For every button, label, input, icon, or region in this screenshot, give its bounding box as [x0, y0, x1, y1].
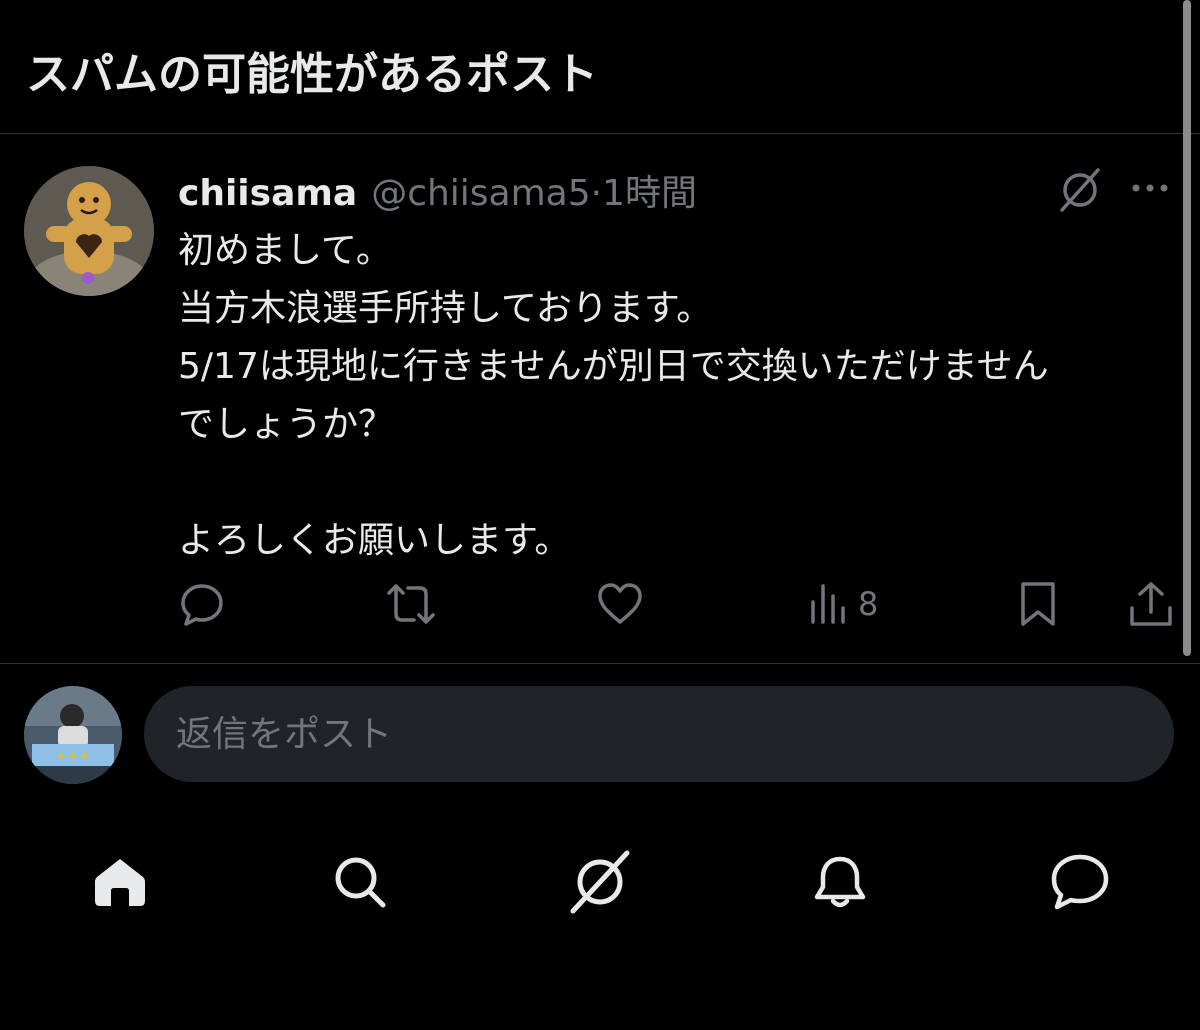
tab-notifications[interactable] [800, 842, 880, 922]
post-time[interactable]: 1時間 [602, 173, 697, 214]
page-title: スパムの可能性があるポスト [26, 49, 598, 100]
post-text: 初めまして。 当方木浪選手所持しております。 5/17は現地に行きませんが別日で… [178, 222, 1178, 570]
reply-button[interactable] [178, 574, 226, 634]
header: スパムの可能性があるポスト [0, 0, 1200, 134]
repost-icon [387, 584, 435, 624]
reply-bar: ✦✦✦ [0, 664, 1200, 804]
post-text-line: 5/17は現地に行きませんが別日で交換いただけません [178, 346, 1049, 387]
like-button[interactable] [596, 574, 644, 634]
tab-home[interactable] [80, 842, 160, 922]
grok-icon[interactable] [1056, 166, 1104, 214]
post[interactable]: chiisama @chiisama5·1時間 初めまして。 当方木浪選手所持して… [0, 134, 1200, 664]
reply-input[interactable] [144, 686, 1174, 782]
share-button[interactable] [1128, 574, 1174, 634]
search-icon [335, 857, 386, 908]
current-user-avatar[interactable]: ✦✦✦ [24, 686, 122, 784]
post-text-line: よろしくお願いします。 [178, 520, 571, 561]
more-icon[interactable] [1128, 178, 1172, 198]
repost-button[interactable] [386, 574, 436, 634]
bookmark-button[interactable] [1018, 574, 1058, 634]
post-text-line [178, 454, 1178, 512]
views-count: 8 [858, 585, 879, 623]
home-icon [95, 859, 145, 906]
views-button[interactable]: 8 [808, 574, 878, 634]
author-avatar[interactable] [24, 166, 154, 296]
share-icon [1130, 582, 1172, 626]
tab-search[interactable] [320, 842, 400, 922]
display-name[interactable]: chiisama [178, 173, 357, 214]
bookmark-icon [1021, 582, 1055, 626]
post-meta: chiisama @chiisama5·1時間 [178, 164, 697, 216]
post-actions: 8 [0, 574, 1200, 634]
bottom-tab-bar [0, 804, 1200, 1030]
tab-messages[interactable] [1040, 842, 1120, 922]
svg-text:✦✦✦: ✦✦✦ [55, 749, 90, 765]
like-icon [598, 583, 642, 624]
post-text-line: でしょうか？ [178, 404, 395, 445]
handle[interactable]: @chiisama5 [371, 173, 590, 214]
messages-icon [1051, 854, 1109, 910]
tab-grok[interactable] [560, 842, 640, 922]
reply-icon [181, 584, 223, 626]
meta-separator: · [590, 173, 603, 214]
post-text-line: 当方木浪選手所持しております。 [178, 288, 713, 329]
notifications-icon [814, 856, 866, 908]
views-icon [811, 584, 845, 624]
post-text-line: 初めまして。 [178, 230, 392, 271]
grok-icon [570, 850, 630, 914]
